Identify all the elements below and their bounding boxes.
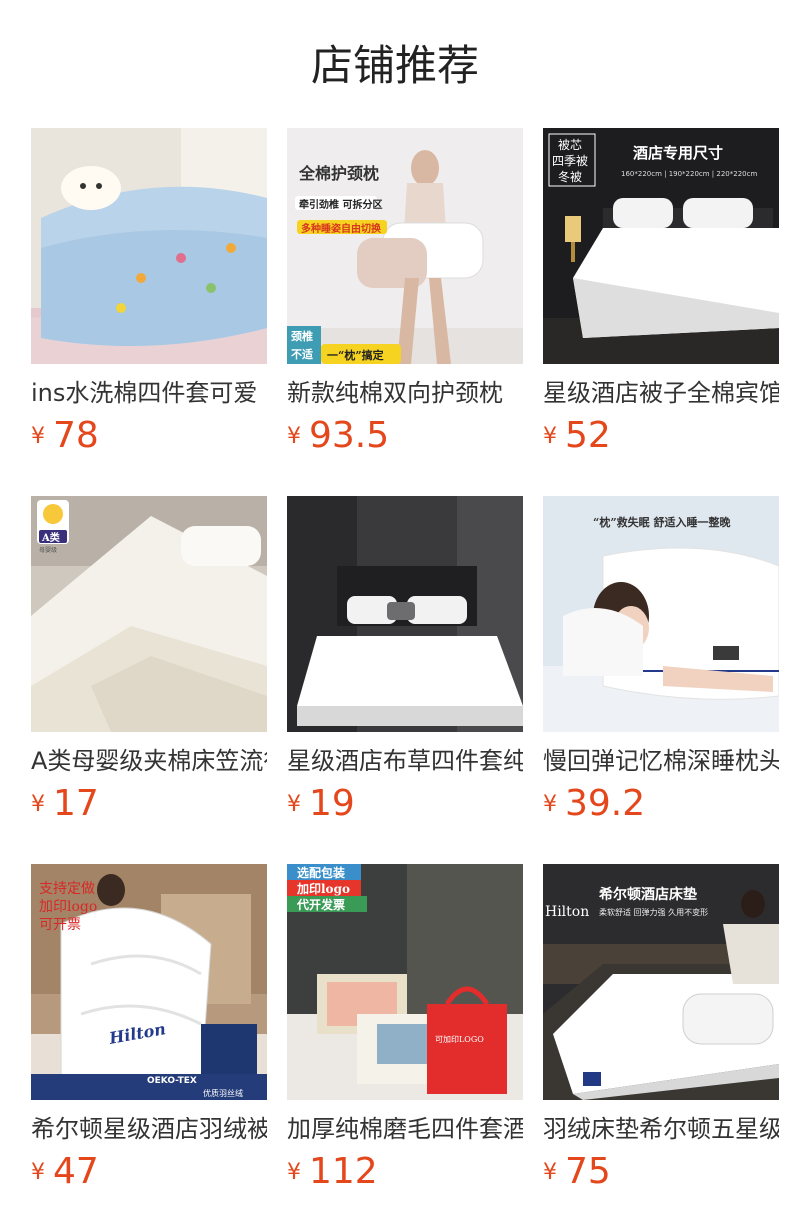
product-image[interactable]: 希尔顿酒店床垫 Hilton 柔软舒适 回弹力强 久用不变形 xyxy=(543,864,779,1100)
price-value: 52 xyxy=(565,415,611,456)
overlay-tag: 选配包装 xyxy=(297,866,346,880)
overlay-badge: 不适 xyxy=(291,348,313,361)
price-value: 17 xyxy=(53,783,99,824)
overlay-line: 支持定做 xyxy=(39,881,95,897)
page-title: 店铺推荐 xyxy=(310,41,479,90)
product-name[interactable]: 羽绒床垫希尔顿五星级酒 xyxy=(543,1112,779,1146)
overlay-brand: Hilton xyxy=(545,904,590,920)
currency-symbol: ¥ xyxy=(31,1159,45,1185)
product-price: ¥78 xyxy=(31,414,99,458)
overlay-line: 可开票 xyxy=(39,917,81,933)
product-name[interactable]: 希尔顿星级酒店羽绒被芯 xyxy=(31,1112,267,1146)
overlay-label: 优质羽丝绒 xyxy=(203,1089,243,1098)
product-card[interactable]: A类 母婴级 A类母婴级夹棉床笠流行 ¥17 xyxy=(31,496,267,864)
overlay-tag: 多种睡姿自由切换 xyxy=(301,224,381,235)
product-name[interactable]: 新款纯棉双向护颈枕 xyxy=(287,376,523,410)
product-image[interactable]: A类 母婴级 xyxy=(31,496,267,732)
product-image[interactable]: 支持定做 加印logo 可开票 Hilton OEKO-TEX 优质羽丝绒 xyxy=(31,864,267,1100)
currency-symbol: ¥ xyxy=(31,423,45,449)
overlay-heading: 希尔顿酒店床垫 xyxy=(599,887,697,903)
overlay-badge: 颈椎 xyxy=(291,330,313,343)
product-image[interactable] xyxy=(287,496,523,732)
product-grid: ins水洗棉四件套可爱 ¥78 全棉护颈枕 牵引劲椎 可拆分区 多种睡姿自由切换… xyxy=(31,128,790,1232)
overlay-sub: 柔软舒适 回弹力强 久用不变形 xyxy=(599,908,709,917)
overlay-box: 四季被 xyxy=(552,154,589,168)
product-name[interactable]: 加厚纯棉磨毛四件套酒店 xyxy=(287,1112,523,1146)
product-card[interactable]: 星级酒店布草四件套纯棉 ¥19 xyxy=(287,496,523,864)
overlay-label: OEKO-TEX xyxy=(147,1076,197,1086)
product-image[interactable]: 被芯 四季被 冬被 酒店专用尺寸 160*220cm | 190*220cm |… xyxy=(543,128,779,364)
currency-symbol: ¥ xyxy=(543,423,557,449)
overlay-badge-sub: 母婴级 xyxy=(39,547,58,554)
overlay-sizes: 160*220cm | 190*220cm | 220*220cm xyxy=(621,170,758,178)
overlay-heading: 酒店专用尺寸 xyxy=(633,144,724,162)
price-value: 112 xyxy=(309,1151,378,1192)
overlay-tag: 代开发票 xyxy=(297,898,346,912)
currency-symbol: ¥ xyxy=(287,791,301,817)
overlay-heading: “枕”救失眠 舒适入睡一整晚 xyxy=(593,516,731,529)
product-name[interactable]: 星级酒店被子全棉宾馆 xyxy=(543,376,779,410)
product-name[interactable]: 星级酒店布草四件套纯棉 xyxy=(287,744,523,778)
product-card[interactable]: 全棉护颈枕 牵引劲椎 可拆分区 多种睡姿自由切换 颈椎 不适 一“枕”搞定 新款… xyxy=(287,128,523,496)
product-image[interactable]: “枕”救失眠 舒适入睡一整晚 xyxy=(543,496,779,732)
currency-symbol: ¥ xyxy=(31,791,45,817)
product-price: ¥19 xyxy=(287,782,355,826)
product-name[interactable]: A类母婴级夹棉床笠流行 xyxy=(31,744,267,778)
product-name[interactable]: 慢回弹记忆棉深睡枕头 xyxy=(543,744,779,778)
product-price: ¥93.5 xyxy=(287,414,389,458)
product-card[interactable]: 选配包装 加印logo 代开发票 可加印LOGO 加厚纯棉磨毛四件套酒店 ¥11… xyxy=(287,864,523,1232)
product-card[interactable]: “枕”救失眠 舒适入睡一整晚 慢回弹记忆棉深睡枕头 ¥39.2 xyxy=(543,496,779,864)
product-price: ¥39.2 xyxy=(543,782,645,826)
price-value: 47 xyxy=(53,1151,99,1192)
product-price: ¥47 xyxy=(31,1150,99,1194)
overlay-box: 冬被 xyxy=(558,170,583,184)
overlay-line: 加印logo xyxy=(39,899,98,915)
product-image[interactable] xyxy=(31,128,267,364)
product-card[interactable]: ins水洗棉四件套可爱 ¥78 xyxy=(31,128,267,496)
currency-symbol: ¥ xyxy=(287,423,301,449)
overlay-box: 被芯 xyxy=(558,138,583,152)
price-value: 75 xyxy=(565,1151,611,1192)
overlay-heading: 全棉护颈枕 xyxy=(299,164,380,183)
currency-symbol: ¥ xyxy=(287,1159,301,1185)
price-value: 39.2 xyxy=(565,783,646,824)
product-card[interactable]: 希尔顿酒店床垫 Hilton 柔软舒适 回弹力强 久用不变形 羽绒床垫希尔顿五星… xyxy=(543,864,779,1232)
product-card[interactable]: 支持定做 加印logo 可开票 Hilton OEKO-TEX 优质羽丝绒 希尔… xyxy=(31,864,267,1232)
currency-symbol: ¥ xyxy=(543,791,557,817)
product-price: ¥75 xyxy=(543,1150,611,1194)
currency-symbol: ¥ xyxy=(543,1159,557,1185)
price-value: 78 xyxy=(53,415,99,456)
price-value: 19 xyxy=(309,783,355,824)
overlay-bag-label: 可加印LOGO xyxy=(435,1035,484,1044)
overlay-tag: 加印logo xyxy=(297,882,350,896)
overlay-tag: 牵引劲椎 可拆分区 xyxy=(299,200,383,211)
product-price: ¥112 xyxy=(287,1150,378,1194)
product-image[interactable]: 全棉护颈枕 牵引劲椎 可拆分区 多种睡姿自由切换 颈椎 不适 一“枕”搞定 xyxy=(287,128,523,364)
price-value: 93.5 xyxy=(309,415,390,456)
overlay-badge: 一“枕”搞定 xyxy=(327,349,384,362)
overlay-badge: A类 xyxy=(42,533,60,544)
product-image[interactable]: 选配包装 加印logo 代开发票 可加印LOGO xyxy=(287,864,523,1100)
product-card[interactable]: 被芯 四季被 冬被 酒店专用尺寸 160*220cm | 190*220cm |… xyxy=(543,128,779,496)
product-price: ¥17 xyxy=(31,782,99,826)
product-name[interactable]: ins水洗棉四件套可爱 xyxy=(31,376,267,410)
product-price: ¥52 xyxy=(543,414,611,458)
